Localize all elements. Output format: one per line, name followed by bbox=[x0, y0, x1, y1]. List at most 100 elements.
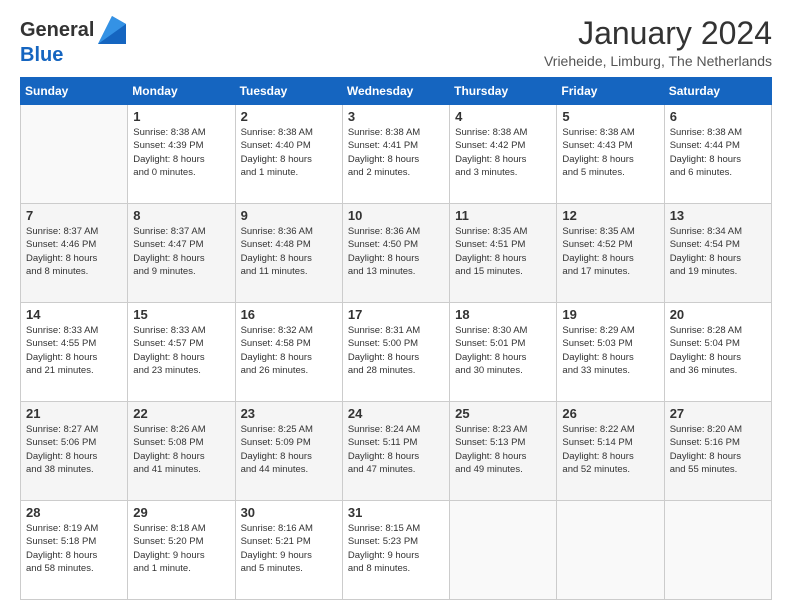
weekday-header-row: SundayMondayTuesdayWednesdayThursdayFrid… bbox=[21, 78, 772, 105]
sun-info: Sunrise: 8:16 AM Sunset: 5:21 PM Dayligh… bbox=[241, 522, 337, 575]
sun-info: Sunrise: 8:24 AM Sunset: 5:11 PM Dayligh… bbox=[348, 423, 444, 476]
calendar-cell bbox=[21, 105, 128, 204]
weekday-header-sunday: Sunday bbox=[21, 78, 128, 105]
week-row-1: 1 Sunrise: 8:38 AM Sunset: 4:39 PM Daylig… bbox=[21, 105, 772, 204]
calendar-cell: 10Sunrise: 8:36 AM Sunset: 4:50 PM Dayli… bbox=[342, 204, 449, 303]
day-number: 28 bbox=[26, 505, 122, 520]
weekday-header-thursday: Thursday bbox=[450, 78, 557, 105]
sun-info: Sunrise: 8:33 AM Sunset: 4:57 PM Dayligh… bbox=[133, 324, 229, 377]
calendar-cell: 18 Sunrise: 8:30 AM Sunset: 5:01 PM Dayli… bbox=[450, 303, 557, 402]
sun-info: Sunrise: 8:20 AM Sunset: 5:16 PM Dayligh… bbox=[670, 423, 766, 476]
day-number: 12 bbox=[562, 208, 658, 223]
logo-general: General bbox=[20, 19, 94, 41]
logo-icon bbox=[98, 16, 126, 44]
sun-info: Sunrise: 8:38 AM Sunset: 4:44 PM Dayligh… bbox=[670, 126, 766, 179]
calendar-cell: 5 Sunrise: 8:38 AM Sunset: 4:43 PM Daylig… bbox=[557, 105, 664, 204]
sun-info: Sunrise: 8:35 AM Sunset: 4:51 PM Dayligh… bbox=[455, 225, 551, 278]
calendar-cell: 8 Sunrise: 8:37 AM Sunset: 4:47 PM Daylig… bbox=[128, 204, 235, 303]
day-number: 1 bbox=[133, 109, 229, 124]
weekday-header-tuesday: Tuesday bbox=[235, 78, 342, 105]
month-title: January 2024 bbox=[544, 16, 772, 51]
calendar-cell bbox=[557, 501, 664, 600]
calendar-cell bbox=[664, 501, 771, 600]
sun-info: Sunrise: 8:35 AM Sunset: 4:52 PM Dayligh… bbox=[562, 225, 658, 278]
calendar-cell: 15Sunrise: 8:33 AM Sunset: 4:57 PM Dayli… bbox=[128, 303, 235, 402]
calendar-cell: 7 Sunrise: 8:37 AM Sunset: 4:46 PM Daylig… bbox=[21, 204, 128, 303]
sun-info: Sunrise: 8:27 AM Sunset: 5:06 PM Dayligh… bbox=[26, 423, 122, 476]
logo-blue: Blue bbox=[20, 44, 126, 66]
day-number: 22 bbox=[133, 406, 229, 421]
weekday-header-saturday: Saturday bbox=[664, 78, 771, 105]
header: General Blue January 2024 Vrieheide, Lim… bbox=[20, 16, 772, 69]
week-row-2: 7 Sunrise: 8:37 AM Sunset: 4:46 PM Daylig… bbox=[21, 204, 772, 303]
calendar-cell: 14 Sunrise: 8:33 AM Sunset: 4:55 PM Dayli… bbox=[21, 303, 128, 402]
day-number: 8 bbox=[133, 208, 229, 223]
day-number: 21 bbox=[26, 406, 122, 421]
day-number: 5 bbox=[562, 109, 658, 124]
calendar-cell: 30 Sunrise: 8:16 AM Sunset: 5:21 PM Dayli… bbox=[235, 501, 342, 600]
sun-info: Sunrise: 8:38 AM Sunset: 4:39 PM Dayligh… bbox=[133, 126, 229, 179]
calendar-cell: 28 Sunrise: 8:19 AM Sunset: 5:18 PM Dayli… bbox=[21, 501, 128, 600]
day-number: 2 bbox=[241, 109, 337, 124]
sun-info: Sunrise: 8:23 AM Sunset: 5:13 PM Dayligh… bbox=[455, 423, 551, 476]
day-number: 14 bbox=[26, 307, 122, 322]
day-number: 17 bbox=[348, 307, 444, 322]
calendar-cell: 22Sunrise: 8:26 AM Sunset: 5:08 PM Dayli… bbox=[128, 402, 235, 501]
calendar-cell: 19 Sunrise: 8:29 AM Sunset: 5:03 PM Dayli… bbox=[557, 303, 664, 402]
calendar-cell bbox=[450, 501, 557, 600]
day-number: 30 bbox=[241, 505, 337, 520]
calendar-cell: 17Sunrise: 8:31 AM Sunset: 5:00 PM Dayli… bbox=[342, 303, 449, 402]
sun-info: Sunrise: 8:38 AM Sunset: 4:42 PM Dayligh… bbox=[455, 126, 551, 179]
calendar-cell: 16 Sunrise: 8:32 AM Sunset: 4:58 PM Dayli… bbox=[235, 303, 342, 402]
day-number: 31 bbox=[348, 505, 444, 520]
sun-info: Sunrise: 8:38 AM Sunset: 4:43 PM Dayligh… bbox=[562, 126, 658, 179]
sun-info: Sunrise: 8:36 AM Sunset: 4:48 PM Dayligh… bbox=[241, 225, 337, 278]
week-row-5: 28 Sunrise: 8:19 AM Sunset: 5:18 PM Dayli… bbox=[21, 501, 772, 600]
sun-info: Sunrise: 8:37 AM Sunset: 4:46 PM Dayligh… bbox=[26, 225, 122, 278]
sun-info: Sunrise: 8:15 AM Sunset: 5:23 PM Dayligh… bbox=[348, 522, 444, 575]
calendar-cell: 25Sunrise: 8:23 AM Sunset: 5:13 PM Dayli… bbox=[450, 402, 557, 501]
day-number: 7 bbox=[26, 208, 122, 223]
day-number: 16 bbox=[241, 307, 337, 322]
calendar-cell: 9 Sunrise: 8:36 AM Sunset: 4:48 PM Daylig… bbox=[235, 204, 342, 303]
calendar-cell: 6 Sunrise: 8:38 AM Sunset: 4:44 PM Daylig… bbox=[664, 105, 771, 204]
weekday-header-monday: Monday bbox=[128, 78, 235, 105]
calendar-cell: 3Sunrise: 8:38 AM Sunset: 4:41 PM Daylig… bbox=[342, 105, 449, 204]
day-number: 6 bbox=[670, 109, 766, 124]
day-number: 27 bbox=[670, 406, 766, 421]
sun-info: Sunrise: 8:33 AM Sunset: 4:55 PM Dayligh… bbox=[26, 324, 122, 377]
weekday-header-wednesday: Wednesday bbox=[342, 78, 449, 105]
day-number: 11 bbox=[455, 208, 551, 223]
sun-info: Sunrise: 8:34 AM Sunset: 4:54 PM Dayligh… bbox=[670, 225, 766, 278]
day-number: 29 bbox=[133, 505, 229, 520]
sun-info: Sunrise: 8:18 AM Sunset: 5:20 PM Dayligh… bbox=[133, 522, 229, 575]
title-block: January 2024 Vrieheide, Limburg, The Net… bbox=[544, 16, 772, 69]
week-row-3: 14 Sunrise: 8:33 AM Sunset: 4:55 PM Dayli… bbox=[21, 303, 772, 402]
calendar-cell: 1 Sunrise: 8:38 AM Sunset: 4:39 PM Daylig… bbox=[128, 105, 235, 204]
sun-info: Sunrise: 8:19 AM Sunset: 5:18 PM Dayligh… bbox=[26, 522, 122, 575]
day-number: 24 bbox=[348, 406, 444, 421]
sun-info: Sunrise: 8:38 AM Sunset: 4:40 PM Dayligh… bbox=[241, 126, 337, 179]
day-number: 13 bbox=[670, 208, 766, 223]
calendar-cell: 11 Sunrise: 8:35 AM Sunset: 4:51 PM Dayli… bbox=[450, 204, 557, 303]
sun-info: Sunrise: 8:32 AM Sunset: 4:58 PM Dayligh… bbox=[241, 324, 337, 377]
calendar-cell: 26Sunrise: 8:22 AM Sunset: 5:14 PM Dayli… bbox=[557, 402, 664, 501]
logo: General Blue bbox=[20, 16, 126, 66]
page: General Blue January 2024 Vrieheide, Lim… bbox=[0, 0, 792, 612]
sun-info: Sunrise: 8:30 AM Sunset: 5:01 PM Dayligh… bbox=[455, 324, 551, 377]
calendar-cell: 12 Sunrise: 8:35 AM Sunset: 4:52 PM Dayli… bbox=[557, 204, 664, 303]
location: Vrieheide, Limburg, The Netherlands bbox=[544, 53, 772, 69]
sun-info: Sunrise: 8:28 AM Sunset: 5:04 PM Dayligh… bbox=[670, 324, 766, 377]
weekday-header-friday: Friday bbox=[557, 78, 664, 105]
day-number: 19 bbox=[562, 307, 658, 322]
day-number: 4 bbox=[455, 109, 551, 124]
day-number: 9 bbox=[241, 208, 337, 223]
day-number: 3 bbox=[348, 109, 444, 124]
sun-info: Sunrise: 8:29 AM Sunset: 5:03 PM Dayligh… bbox=[562, 324, 658, 377]
day-number: 18 bbox=[455, 307, 551, 322]
day-number: 23 bbox=[241, 406, 337, 421]
sun-info: Sunrise: 8:37 AM Sunset: 4:47 PM Dayligh… bbox=[133, 225, 229, 278]
sun-info: Sunrise: 8:22 AM Sunset: 5:14 PM Dayligh… bbox=[562, 423, 658, 476]
calendar-cell: 21 Sunrise: 8:27 AM Sunset: 5:06 PM Dayli… bbox=[21, 402, 128, 501]
calendar-cell: 2 Sunrise: 8:38 AM Sunset: 4:40 PM Daylig… bbox=[235, 105, 342, 204]
